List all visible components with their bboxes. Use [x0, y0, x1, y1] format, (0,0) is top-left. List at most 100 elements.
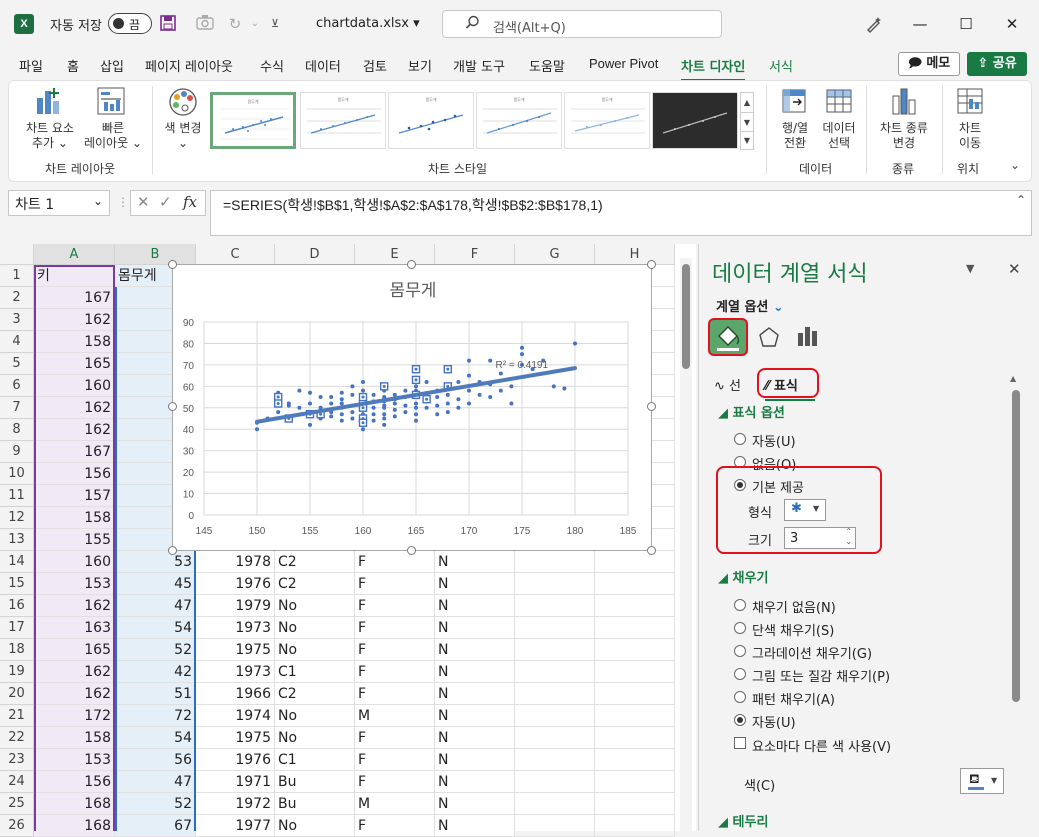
cell-a[interactable]: 167 [34, 441, 115, 463]
chart-resize-handle[interactable] [407, 546, 416, 555]
radio-picture-fill[interactable] [734, 668, 746, 680]
cell-g[interactable] [515, 749, 595, 771]
cell-e[interactable]: F [355, 595, 435, 617]
column-header-f[interactable]: F [435, 244, 515, 265]
sheet-vertical-scrollbar[interactable] [680, 258, 692, 831]
column-header-h[interactable]: H [595, 244, 675, 265]
row-header[interactable]: 26 [0, 815, 34, 837]
pane-options-icon[interactable]: ▼ [966, 262, 974, 275]
cell-b[interactable]: 47 [115, 595, 196, 617]
cell-e[interactable]: F [355, 573, 435, 595]
tab-marker[interactable]: ⁄⁄ 표식 [765, 375, 798, 394]
cell-a[interactable]: 160 [34, 551, 115, 573]
tab-file[interactable]: 파일 [19, 56, 43, 75]
cell-b[interactable]: 54 [115, 727, 196, 749]
cell-h[interactable] [595, 727, 675, 749]
cell-a[interactable]: 165 [34, 639, 115, 661]
redo-icon[interactable]: ↻ [225, 14, 245, 34]
cell-a[interactable]: 156 [34, 771, 115, 793]
cell-a[interactable]: 165 [34, 353, 115, 375]
close-icon[interactable]: ✕ [997, 12, 1027, 36]
cell-d[interactable]: C2 [275, 573, 355, 595]
tab-page-layout[interactable]: 페이지 레이아웃 [145, 56, 233, 75]
change-chart-type-icon[interactable] [889, 86, 919, 120]
cell-h[interactable] [595, 573, 675, 595]
autosave-toggle[interactable]: 끔 [108, 13, 152, 34]
cell-c[interactable]: 1966 [196, 683, 275, 705]
cell-a[interactable]: 162 [34, 661, 115, 683]
row-header[interactable]: 23 [0, 749, 34, 771]
minimize-icon[interactable]: — [905, 12, 935, 36]
cell-c[interactable]: 1974 [196, 705, 275, 727]
tab-chart-design[interactable]: 차트 디자인 [681, 56, 746, 82]
row-header[interactable]: 4 [0, 331, 34, 353]
cell-b[interactable]: 67 [115, 815, 196, 837]
pane-close-icon[interactable]: ✕ [1008, 260, 1021, 278]
memo-button[interactable]: 🗩 메모 [898, 52, 960, 76]
cell-a[interactable]: 158 [34, 331, 115, 353]
fill-section[interactable]: ◢ 채우기 [718, 567, 768, 586]
chart-resize-handle[interactable] [647, 402, 656, 411]
cell-e[interactable]: F [355, 749, 435, 771]
cell-c[interactable]: 1975 [196, 727, 275, 749]
cell-b[interactable]: 45 [115, 573, 196, 595]
cell-g[interactable] [515, 793, 595, 815]
file-name[interactable]: chartdata.xlsx ▾ [316, 16, 420, 31]
cell-a[interactable]: 162 [34, 595, 115, 617]
cell-h[interactable] [595, 683, 675, 705]
chart-resize-handle[interactable] [168, 260, 177, 269]
cell-a[interactable]: 155 [34, 529, 115, 551]
cell-h[interactable] [595, 771, 675, 793]
column-header-d[interactable]: D [275, 244, 355, 265]
cell-g[interactable] [515, 815, 595, 837]
cell-a[interactable]: 158 [34, 727, 115, 749]
radio-gradient-fill[interactable] [734, 645, 746, 657]
fill-color-picker[interactable]: ⛾ ▼ [960, 768, 1004, 794]
cell-d[interactable]: C2 [275, 683, 355, 705]
tab-formulas[interactable]: 수식 [260, 56, 284, 75]
cell-a[interactable]: 162 [34, 683, 115, 705]
pen-icon[interactable] [864, 15, 884, 35]
quick-layout-icon[interactable] [96, 86, 126, 120]
tab-view[interactable]: 보기 [408, 56, 432, 75]
cell-g[interactable] [515, 771, 595, 793]
cell-a[interactable]: 162 [34, 309, 115, 331]
gallery-up-icon[interactable]: ▲ [741, 93, 753, 112]
switch-row-column-button[interactable]: 행/열 전환 [772, 121, 818, 151]
tab-line[interactable]: ∿ 선 [714, 375, 741, 394]
cell-f[interactable]: N [435, 661, 515, 683]
row-header[interactable]: 16 [0, 595, 34, 617]
pane-scrollbar[interactable]: ▲ [1010, 374, 1022, 831]
cell-e[interactable]: F [355, 661, 435, 683]
cell-g[interactable] [515, 683, 595, 705]
tab-help[interactable]: 도움말 [529, 56, 565, 75]
gallery-more-icon[interactable]: ▼ [741, 131, 753, 149]
cell-a[interactable]: 163 [34, 617, 115, 639]
row-header[interactable]: 3 [0, 309, 34, 331]
color-palette-icon[interactable] [167, 86, 199, 122]
cell-b[interactable]: 52 [115, 639, 196, 661]
chart-resize-handle[interactable] [647, 546, 656, 555]
radio-auto[interactable] [734, 433, 746, 445]
radio-no-fill[interactable] [734, 599, 746, 611]
cell-d[interactable]: No [275, 727, 355, 749]
cell-c[interactable]: 1976 [196, 573, 275, 595]
scrollbar-thumb[interactable] [682, 264, 690, 369]
chart-resize-handle[interactable] [168, 546, 177, 555]
cell-d[interactable]: No [275, 705, 355, 727]
chart-style-3[interactable]: 몸무게 [388, 92, 474, 149]
cell-c[interactable]: 1971 [196, 771, 275, 793]
marker-size-input[interactable]: 3 ⌃ ⌄ [784, 527, 856, 549]
row-header[interactable]: 7 [0, 397, 34, 419]
change-color-button[interactable]: 색 변경 ⌄ [160, 121, 206, 151]
cell-a[interactable]: 162 [34, 397, 115, 419]
row-header[interactable]: 13 [0, 529, 34, 551]
collapse-ribbon-icon[interactable]: ⌄ [1010, 158, 1020, 172]
cell-g[interactable] [515, 705, 595, 727]
row-header[interactable]: 17 [0, 617, 34, 639]
row-header[interactable]: 22 [0, 727, 34, 749]
cell-e[interactable]: F [355, 815, 435, 837]
row-header[interactable]: 19 [0, 661, 34, 683]
select-data-icon[interactable] [824, 86, 854, 120]
move-chart-icon[interactable] [955, 86, 985, 120]
